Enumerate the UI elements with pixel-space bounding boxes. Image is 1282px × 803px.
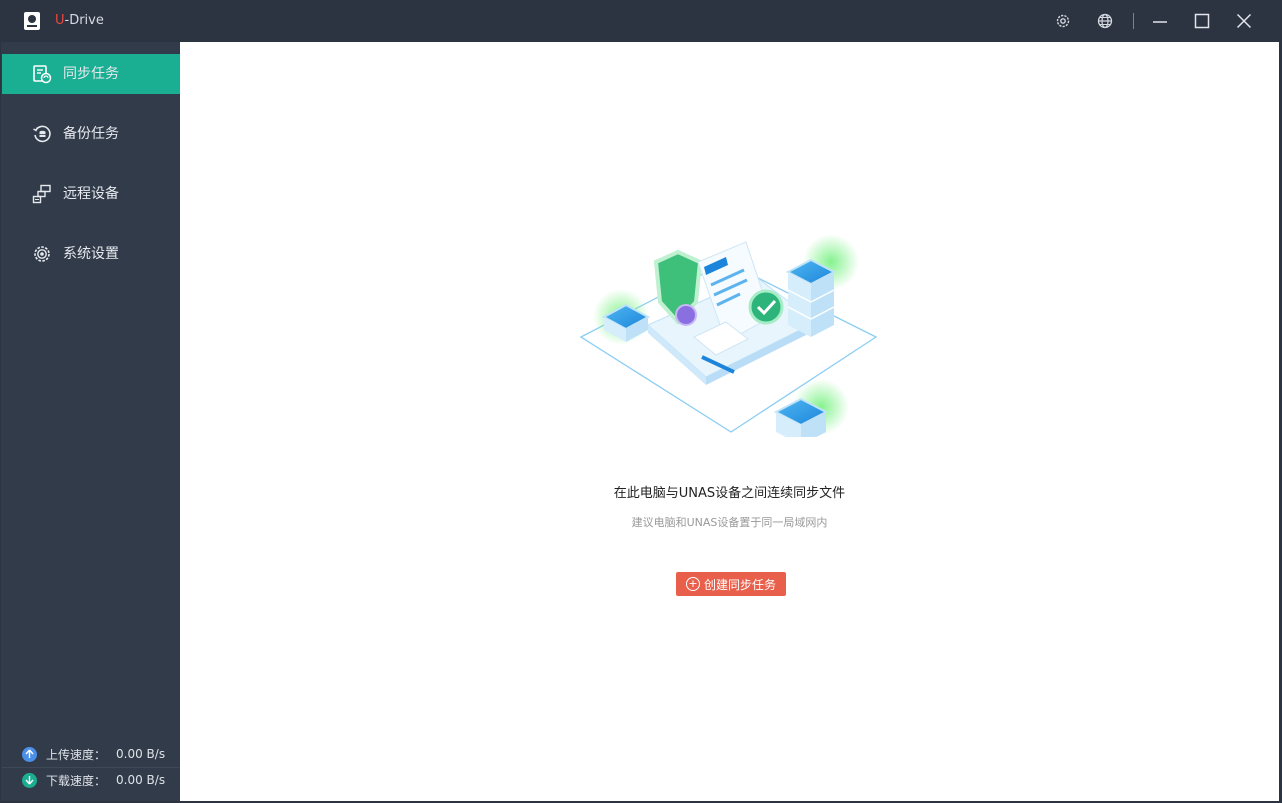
sidebar-item-sync-task[interactable]: 同步任务 xyxy=(2,54,180,94)
settings-button[interactable] xyxy=(1052,10,1074,32)
titlebar-separator xyxy=(1133,13,1134,29)
create-sync-task-label: 创建同步任务 xyxy=(703,577,776,592)
app-name: U-Drive xyxy=(55,13,104,28)
sidebar-divider xyxy=(2,767,181,768)
app-window: U-Drive 同步任务 备份任务 远程设备 系统设置 上传速度： 0.00 B… xyxy=(0,0,1282,803)
upload-speed: 上传速度： 0.00 B/s xyxy=(22,745,165,763)
language-button[interactable] xyxy=(1094,10,1116,32)
app-logo-icon xyxy=(24,12,40,30)
sync-task-icon xyxy=(31,63,53,85)
empty-state-headline: 在此电脑与UNAS设备之间连续同步文件 xyxy=(613,486,846,501)
empty-state-subline: 建议电脑和UNAS设备置于同一局域网内 xyxy=(631,516,828,529)
close-icon xyxy=(1236,13,1252,29)
sidebar-item-label: 远程设备 xyxy=(63,186,119,202)
server-icon xyxy=(785,258,837,337)
upload-speed-value: 0.00 B/s xyxy=(116,747,166,761)
plus-circle-icon: + xyxy=(685,577,700,591)
upload-speed-label: 上传速度： xyxy=(46,747,107,762)
maximize-button[interactable] xyxy=(1191,10,1213,32)
title-bar[interactable]: U-Drive xyxy=(0,0,1282,42)
gear-icon xyxy=(1056,14,1070,28)
globe-icon xyxy=(1097,13,1113,29)
download-arrow-icon xyxy=(22,772,37,788)
upload-arrow-icon xyxy=(22,746,37,762)
sidebar-item-label: 备份任务 xyxy=(63,126,119,142)
maximize-icon xyxy=(1194,13,1210,29)
sidebar-item-backup-task[interactable]: 备份任务 xyxy=(2,114,180,154)
sidebar-item-label: 同步任务 xyxy=(63,66,119,82)
settings-icon xyxy=(31,243,53,265)
create-sync-task-button[interactable]: + 创建同步任务 xyxy=(676,572,786,596)
sync-illustration xyxy=(579,234,878,437)
minimize-icon xyxy=(1153,21,1167,23)
sidebar: 同步任务 备份任务 远程设备 系统设置 上传速度： 0.00 B/s 下载速度：… xyxy=(1,42,181,801)
remote-device-icon xyxy=(31,183,53,205)
minimize-button[interactable] xyxy=(1149,10,1171,32)
download-speed-value: 0.00 B/s xyxy=(116,773,166,787)
download-speed-label: 下载速度： xyxy=(46,773,107,788)
main-content: 在此电脑与UNAS设备之间连续同步文件 建议电脑和UNAS设备置于同一局域网内 … xyxy=(180,42,1279,801)
download-speed: 下载速度： 0.00 B/s xyxy=(22,771,165,789)
backup-icon xyxy=(31,123,53,145)
sidebar-item-label: 系统设置 xyxy=(63,246,119,262)
close-button[interactable] xyxy=(1233,10,1255,32)
sidebar-item-system-settings[interactable]: 系统设置 xyxy=(2,234,180,274)
sidebar-item-remote-device[interactable]: 远程设备 xyxy=(2,174,180,214)
